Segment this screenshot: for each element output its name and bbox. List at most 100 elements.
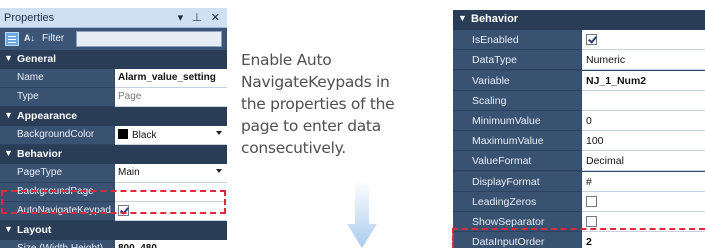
property-value-showseparator[interactable] xyxy=(582,212,705,232)
property-row-datainputorder: DataInputOrder 2 xyxy=(453,232,705,248)
filter-input[interactable] xyxy=(76,31,222,47)
property-name: ShowSeparator xyxy=(453,212,581,232)
property-name-text: Size (Width,Height) xyxy=(17,243,103,248)
property-value-valueformat[interactable]: Decimal xyxy=(582,151,705,172)
property-value-text: NJ_1_Num2 xyxy=(586,74,647,87)
property-name: PageType xyxy=(0,164,114,183)
property-row-minimumvalue: MinimumValue 0 xyxy=(453,111,705,131)
category-general[interactable]: ▼ General xyxy=(0,50,227,69)
sort-alphabetical-icon[interactable]: A↓ xyxy=(24,31,38,46)
property-name: DataInputOrder xyxy=(453,232,581,248)
property-name: LeadingZeros xyxy=(453,191,581,212)
property-row-variable: Variable NJ_1_Num2 xyxy=(453,70,705,91)
property-name-text: DisplayFormat xyxy=(472,175,540,188)
property-name-text: Variable xyxy=(472,74,510,87)
property-row-type: Type Page xyxy=(0,88,227,107)
property-name-text: Type xyxy=(17,91,39,102)
property-row-displayformat: DisplayFormat # xyxy=(453,171,705,192)
property-name-text: LeadingZeros xyxy=(472,195,537,208)
property-name-text: PageType xyxy=(17,167,63,178)
property-value-datainputorder[interactable]: 2 xyxy=(582,232,705,248)
property-value-scaling[interactable] xyxy=(582,90,705,111)
collapse-arrow-icon[interactable]: ▼ xyxy=(458,13,467,23)
checkbox[interactable] xyxy=(586,34,597,46)
chevron-down-icon[interactable] xyxy=(216,131,222,135)
property-value-text: 0 xyxy=(586,115,592,127)
chevron-down-icon[interactable] xyxy=(216,169,222,173)
property-value-text: # xyxy=(586,175,592,188)
property-name-text: Name xyxy=(17,72,44,83)
property-value-text: Numeric xyxy=(586,54,626,67)
property-name: Variable xyxy=(453,70,581,91)
properties-title: Properties xyxy=(4,12,55,24)
property-value-datatype[interactable]: Numeric xyxy=(582,50,705,71)
category-label: Behavior xyxy=(17,148,62,160)
property-name-text: DataType xyxy=(472,54,517,67)
property-name-text: ShowSeparator xyxy=(472,216,545,228)
down-arrow-icon xyxy=(347,180,377,248)
property-value-text: 800, 480 xyxy=(118,243,157,248)
property-row-valueformat: ValueFormat Decimal xyxy=(453,151,705,172)
property-name: BackgroundColor xyxy=(0,126,114,145)
property-name: BackgroundPage xyxy=(0,183,114,202)
checkbox[interactable] xyxy=(586,195,597,207)
category-appearance[interactable]: ▼ Appearance xyxy=(0,107,227,126)
property-value-isenabled[interactable] xyxy=(582,30,705,51)
checkbox[interactable] xyxy=(118,205,129,216)
property-name: AutoNavigateKeypad xyxy=(0,202,114,221)
property-row-backgroundcolor: BackgroundColor Black xyxy=(0,126,227,145)
properties-title-bar: Properties ▾ ⊥ ✕ xyxy=(0,8,227,28)
properties-panel-object: ▼ Behavior IsEnabled DataType Numeric Variabl… xyxy=(453,10,705,248)
property-name: Scaling xyxy=(453,90,581,111)
category-layout[interactable]: ▼ Layout xyxy=(0,221,227,240)
color-swatch xyxy=(118,129,128,139)
property-value-backgroundcolor[interactable]: Black xyxy=(115,126,227,145)
filter-label: Filter xyxy=(42,33,65,44)
collapse-arrow-icon[interactable]: ▼ xyxy=(4,53,13,63)
property-row-maximumvalue: MaximumValue 100 xyxy=(453,131,705,152)
property-value-autonavigatekeypad[interactable] xyxy=(115,202,227,221)
property-value-text: Decimal xyxy=(586,155,624,168)
property-name: DisplayFormat xyxy=(453,171,581,192)
category-label: Behavior xyxy=(471,13,519,25)
property-value-minimumvalue[interactable]: 0 xyxy=(582,111,705,131)
property-row-size-width-height: Size (Width,Height) 800, 480 xyxy=(0,240,227,248)
property-value-backgroundpage[interactable] xyxy=(115,183,227,202)
property-value-type[interactable]: Page xyxy=(115,88,227,107)
property-value-text: Main xyxy=(118,167,140,178)
category-behavior[interactable]: ▼ Behavior xyxy=(453,10,705,30)
property-name-text: BackgroundColor xyxy=(17,129,95,140)
properties-toolbar: A↓ Filter xyxy=(0,28,227,50)
property-row-autonavigatekeypad: AutoNavigateKeypad xyxy=(0,202,227,221)
property-value-variable[interactable]: NJ_1_Num2 xyxy=(582,70,705,91)
property-name-text: MaximumValue xyxy=(472,135,544,148)
property-row-scaling: Scaling xyxy=(453,90,705,111)
property-value-name[interactable]: Alarm_value_setting xyxy=(115,69,227,88)
window-buttons[interactable]: ▾ ⊥ ✕ xyxy=(178,11,223,24)
property-name: ValueFormat xyxy=(453,151,581,172)
collapse-arrow-icon[interactable]: ▼ xyxy=(4,110,13,120)
property-name-text: AutoNavigateKeypad xyxy=(17,205,111,216)
categorized-icon[interactable] xyxy=(5,32,19,46)
property-name-text: ValueFormat xyxy=(472,155,532,168)
property-row-datatype: DataType Numeric xyxy=(453,50,705,71)
property-value-text: 2 xyxy=(586,236,592,248)
property-value-pagetype[interactable]: Main xyxy=(115,164,227,183)
property-name-text: DataInputOrder xyxy=(472,236,545,248)
property-value-leadingzeros[interactable] xyxy=(582,191,705,212)
property-name: Type xyxy=(0,88,114,107)
category-behavior[interactable]: ▼ Behavior xyxy=(0,145,227,164)
checkbox[interactable] xyxy=(586,216,597,227)
property-name: Name xyxy=(0,69,114,88)
property-value-text: Black xyxy=(132,130,157,141)
property-value-text: 100 xyxy=(586,135,604,148)
property-value-maximumvalue[interactable]: 100 xyxy=(582,131,705,152)
property-row-leadingzeros: LeadingZeros xyxy=(453,191,705,212)
collapse-arrow-icon[interactable]: ▼ xyxy=(4,224,13,234)
category-label: Appearance xyxy=(17,110,78,122)
property-value-size-width-height[interactable]: 800, 480 xyxy=(115,240,227,248)
property-value-text: Page xyxy=(118,91,142,102)
property-value-displayformat[interactable]: # xyxy=(582,171,705,192)
collapse-arrow-icon[interactable]: ▼ xyxy=(4,148,13,158)
property-name-text: MinimumValue xyxy=(472,115,541,127)
